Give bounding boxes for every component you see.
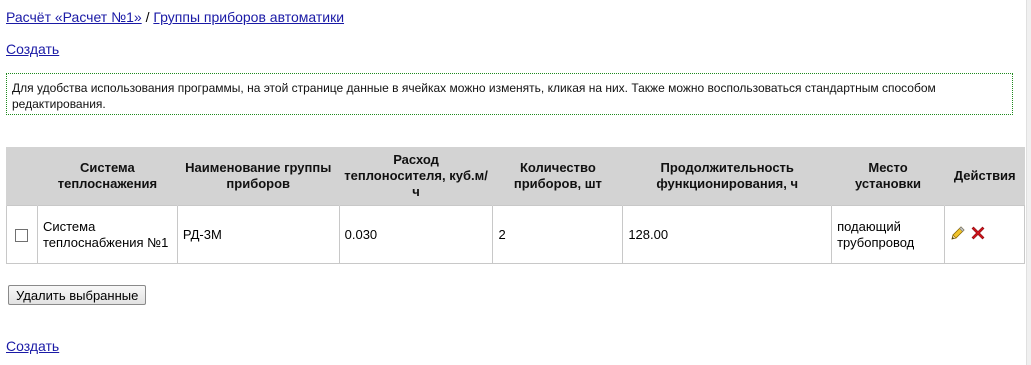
cell-count[interactable]: 2 xyxy=(492,205,624,264)
row-select-cell xyxy=(6,205,38,264)
cell-name[interactable]: РД-3М xyxy=(176,205,340,264)
header-actions: Действия xyxy=(943,147,1025,206)
create-link-bottom[interactable]: Создать xyxy=(6,338,59,354)
breadcrumb: Расчёт «Расчет №1» / Группы приборов авт… xyxy=(6,9,344,25)
create-link-top[interactable]: Создать xyxy=(6,41,59,57)
header-system[interactable]: Система теплоснажения xyxy=(36,147,178,206)
breadcrumb-separator: / xyxy=(141,9,154,25)
header-flow[interactable]: Расход теплоносителя, куб.м/ч xyxy=(338,147,493,206)
cell-system[interactable]: Система теплоснабжения №1 xyxy=(36,205,178,264)
device-groups-table: Система теплоснажения Наименование групп… xyxy=(6,147,1026,264)
pencil-icon[interactable] xyxy=(950,225,966,245)
scrollbar-edge[interactable] xyxy=(1026,0,1031,365)
header-select xyxy=(6,147,38,206)
header-name[interactable]: Наименование группы приборов xyxy=(176,147,340,206)
cell-flow[interactable]: 0.030 xyxy=(338,205,494,264)
info-notice: Для удобства использования программы, на… xyxy=(6,73,1013,115)
breadcrumb-calc-link[interactable]: Расчёт «Расчет №1» xyxy=(6,9,142,25)
table-row: Система теплоснабжения №1 РД-3М 0.030 2 … xyxy=(6,205,1026,264)
header-count[interactable]: Количество приборов, шт xyxy=(492,147,623,206)
breadcrumb-groups-link[interactable]: Группы приборов автоматики xyxy=(153,9,344,25)
delete-selected-button[interactable]: Удалить выбранные xyxy=(8,285,147,305)
header-place[interactable]: Место установки xyxy=(831,147,945,206)
row-checkbox[interactable] xyxy=(15,228,29,242)
cell-actions xyxy=(943,205,1026,264)
delete-x-icon[interactable] xyxy=(970,225,986,245)
table-header-row: Система теплоснажения Наименование групп… xyxy=(6,147,1025,206)
cell-place[interactable]: подающий трубопровод xyxy=(831,205,945,264)
cell-duration[interactable]: 128.00 xyxy=(622,205,833,264)
header-duration[interactable]: Продолжительность функционирования, ч xyxy=(622,147,832,206)
